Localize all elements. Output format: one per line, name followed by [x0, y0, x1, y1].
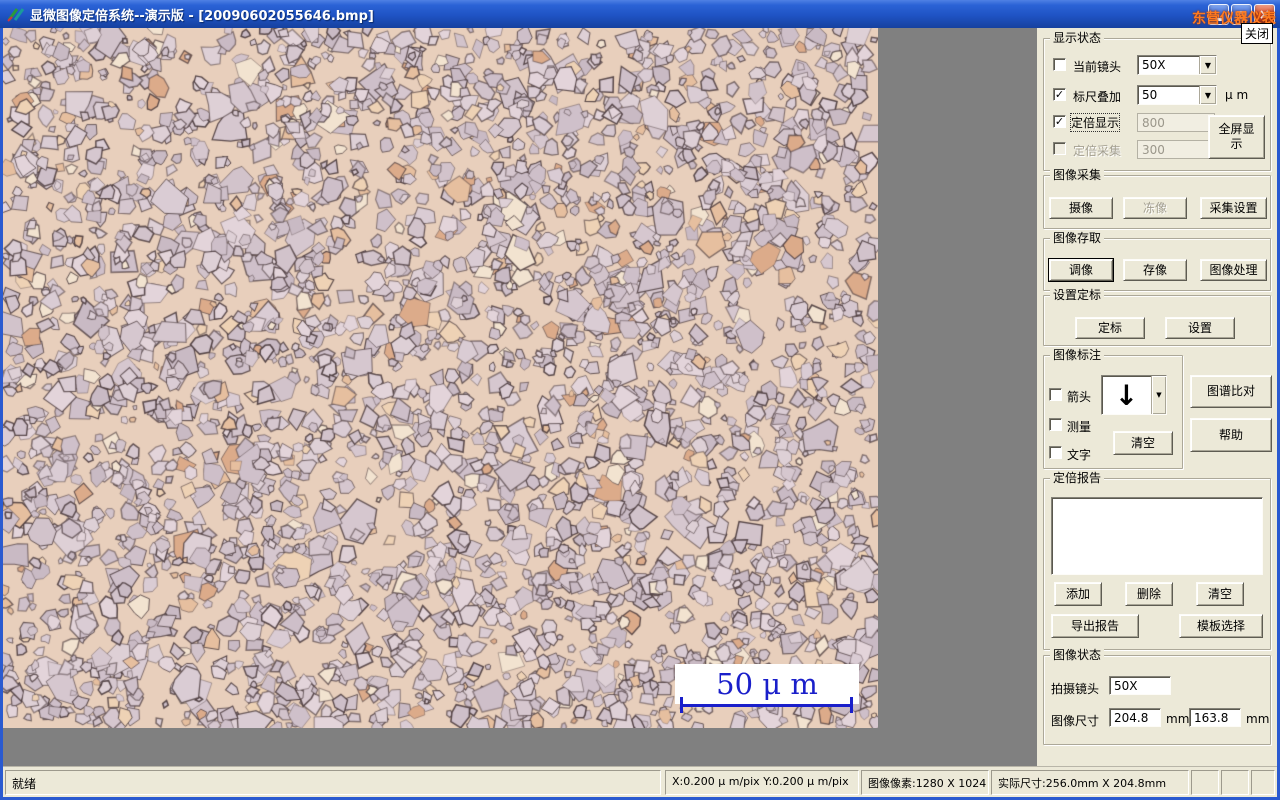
restore-icon	[1237, 10, 1246, 19]
fixed-display-label[interactable]: 定倍显示	[1069, 113, 1121, 132]
status-spare-pane	[1221, 770, 1249, 795]
text-checkbox[interactable]	[1049, 446, 1062, 459]
status-image-pixels: 图像像素:1280 X 1024	[861, 770, 989, 795]
scale-bar-tick-left	[680, 697, 683, 713]
group-image-status-title: 图像状态	[1050, 648, 1105, 662]
calibration-setup-button[interactable]: 设置	[1165, 317, 1235, 339]
arrow-label[interactable]: 箭头	[1067, 388, 1091, 405]
status-pixel-scale: X:0.200 μ m/pix Y:0.200 μ m/pix	[665, 770, 859, 795]
capture-settings-button[interactable]: 采集设置	[1200, 197, 1267, 219]
close-icon: ×	[1258, 6, 1271, 23]
report-listbox[interactable]	[1051, 497, 1263, 575]
text-label[interactable]: 文字	[1067, 446, 1091, 463]
group-annotation-title: 图像标注	[1050, 348, 1105, 362]
minimize-icon	[1214, 18, 1223, 21]
shoot-lens-label: 拍摄镜头	[1051, 682, 1100, 696]
current-lens-value: 50X	[1142, 58, 1166, 72]
fixed-display-input	[1137, 113, 1215, 132]
ruler-value: 50	[1142, 88, 1158, 102]
image-process-button[interactable]: 图像处理	[1200, 259, 1267, 281]
status-spare-pane	[1251, 770, 1275, 795]
title-bar: 显微图像定倍系统--演示版 - [20090602055646.bmp] × 东…	[0, 0, 1280, 28]
scale-bar-tick-right	[850, 697, 853, 713]
report-clear-button[interactable]: 清空	[1196, 582, 1244, 606]
fullscreen-button[interactable]: 全屏显示	[1208, 115, 1265, 159]
chevron-down-icon[interactable]: ▼	[1199, 56, 1216, 74]
group-display-status-title: 显示状态	[1050, 31, 1105, 45]
image-size-label: 图像尺寸	[1051, 714, 1100, 728]
image-height-unit: mm	[1246, 712, 1270, 726]
fixed-capture-checkbox	[1053, 142, 1066, 155]
ruler-overlay-label[interactable]: 标尺叠加	[1073, 88, 1121, 105]
group-storage-title: 图像存取	[1050, 231, 1105, 245]
client-area: 50 μ m 显示状态 当前镜头 50X ▼ ✓ 标尺叠加 50 ▼ μ m ✓…	[3, 28, 1277, 797]
status-ready: 就绪	[5, 770, 661, 795]
control-panel: 显示状态 当前镜头 50X ▼ ✓ 标尺叠加 50 ▼ μ m ✓ 定倍显示 定…	[1037, 28, 1277, 766]
arrow-down-icon: ↓	[1114, 378, 1139, 412]
arrow-style-combo[interactable]: ↓ ▼	[1101, 375, 1167, 415]
application-window: 显微图像定倍系统--演示版 - [20090602055646.bmp] × 东…	[0, 0, 1280, 800]
fixed-capture-label: 定倍采集	[1073, 144, 1122, 158]
ruler-overlay-checkbox[interactable]: ✓	[1053, 88, 1066, 101]
restore-button[interactable]	[1231, 4, 1252, 25]
micrograph-image	[3, 28, 878, 728]
status-bar: 就绪 X:0.200 μ m/pix Y:0.200 μ m/pix 图像像素:…	[3, 766, 1277, 797]
ruler-value-combo[interactable]: 50 ▼	[1137, 85, 1217, 105]
close-tooltip: 关闭	[1241, 23, 1274, 44]
window-title: 显微图像定倍系统--演示版 - [20090602055646.bmp]	[30, 8, 374, 24]
group-report-title: 定倍报告	[1050, 471, 1105, 485]
arrow-checkbox[interactable]	[1049, 388, 1062, 401]
image-width-input[interactable]	[1109, 708, 1161, 727]
group-capture-title: 图像采集	[1050, 168, 1105, 182]
group-calibration-title: 设置定标	[1050, 288, 1105, 302]
close-button[interactable]: ×	[1254, 4, 1275, 25]
calibrate-button[interactable]: 定标	[1075, 317, 1145, 339]
report-add-button[interactable]: 添加	[1054, 582, 1102, 606]
chevron-down-icon[interactable]: ▼	[1151, 376, 1166, 414]
chevron-down-icon[interactable]: ▼	[1199, 86, 1216, 104]
status-actual-size: 实际尺寸:256.0mm X 204.8mm	[991, 770, 1189, 795]
image-workspace: 50 μ m	[3, 28, 1037, 766]
load-image-button[interactable]: 调像	[1048, 258, 1114, 282]
image-width-unit: mm	[1166, 712, 1190, 726]
shoot-lens-input[interactable]	[1109, 676, 1171, 695]
app-brush-icon	[7, 8, 25, 22]
minimize-button[interactable]	[1208, 4, 1229, 25]
annotation-clear-button[interactable]: 清空	[1113, 431, 1173, 455]
fixed-display-checkbox[interactable]: ✓	[1053, 115, 1066, 128]
atlas-compare-button[interactable]: 图谱比对	[1190, 375, 1272, 408]
current-lens-label[interactable]: 当前镜头	[1073, 58, 1121, 75]
report-export-button[interactable]: 导出报告	[1051, 614, 1139, 638]
report-template-button[interactable]: 模板选择	[1179, 614, 1263, 638]
shoot-button[interactable]: 摄像	[1049, 197, 1113, 219]
scale-bar-line	[680, 704, 853, 707]
save-image-button[interactable]: 存像	[1123, 259, 1187, 281]
scale-bar-label-box: 50 μ m	[675, 664, 859, 704]
current-lens-combo[interactable]: 50X ▼	[1137, 55, 1217, 75]
measure-label[interactable]: 测量	[1067, 418, 1091, 435]
current-lens-checkbox[interactable]	[1053, 58, 1066, 71]
measure-checkbox[interactable]	[1049, 418, 1062, 431]
ruler-unit-label: μ m	[1225, 88, 1249, 102]
status-spare-pane	[1191, 770, 1219, 795]
report-delete-button[interactable]: 删除	[1125, 582, 1173, 606]
help-button[interactable]: 帮助	[1190, 418, 1272, 452]
image-height-input[interactable]	[1189, 708, 1241, 727]
group-image-status: 图像状态	[1043, 648, 1271, 745]
scale-bar-label: 50 μ m	[716, 667, 818, 701]
freeze-button: 冻像	[1123, 197, 1187, 219]
fixed-capture-input	[1137, 140, 1215, 159]
